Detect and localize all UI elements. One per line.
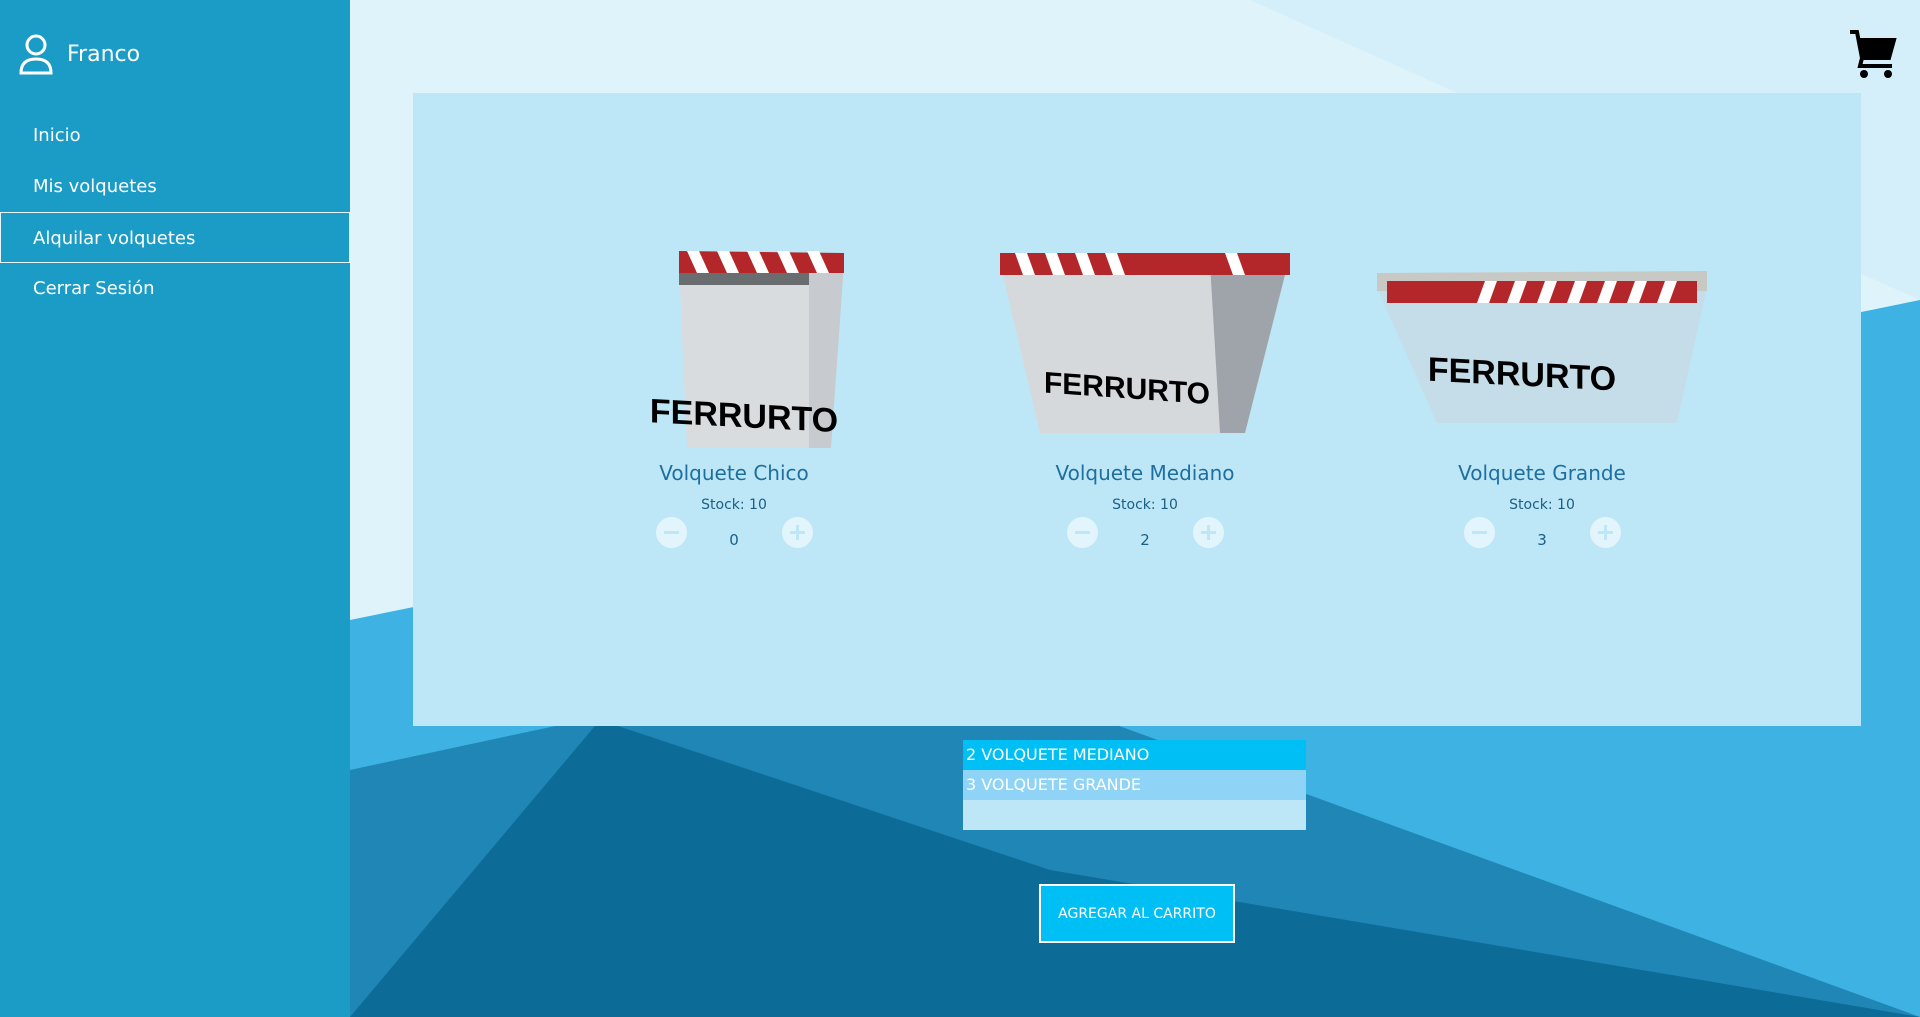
increment-button[interactable] [1192, 517, 1224, 548]
selection-list[interactable]: 2 VOLQUETE MEDIANO 3 VOLQUETE GRANDE [963, 740, 1306, 830]
quantity-stepper: 2 [980, 517, 1310, 549]
quantity-stepper: 3 [1377, 517, 1707, 549]
list-item[interactable] [963, 800, 1306, 830]
nav-item-inicio[interactable]: Inicio [0, 110, 350, 161]
product-card: FERRURTO Volquete Mediano Stock: 10 2 [980, 193, 1310, 549]
user-icon [19, 34, 53, 75]
product-name: Volquete Chico [659, 461, 809, 485]
quantity-value: 3 [1537, 531, 1547, 549]
quantity-value: 0 [729, 531, 739, 549]
user-name: Franco [67, 41, 141, 67]
product-stock: Stock: 10 [1509, 497, 1575, 513]
nav-item-mis-volquetes[interactable]: Mis volquetes [0, 161, 350, 212]
nav-menu: Inicio Mis volquetes Alquilar volquetes … [0, 110, 350, 314]
list-item[interactable]: 2 VOLQUETE MEDIANO [963, 740, 1306, 770]
products-panel: FERRURTO Volquete Chico Stock: 10 0 FERR… [413, 93, 1861, 726]
list-item[interactable]: 3 VOLQUETE GRANDE [963, 770, 1306, 800]
product-stock: Stock: 10 [701, 497, 767, 513]
quantity-value: 2 [1140, 531, 1150, 549]
nav-item-cerrar-sesion[interactable]: Cerrar Sesión [0, 263, 350, 314]
quantity-stepper: 0 [569, 517, 899, 549]
product-image: FERRURTO [569, 193, 899, 453]
product-card: FERRURTO Volquete Grande Stock: 10 3 [1377, 193, 1709, 549]
product-name: Volquete Grande [1458, 461, 1626, 485]
user-profile: Franco [18, 33, 140, 75]
product-card: FERRURTO Volquete Chico Stock: 10 0 [569, 193, 899, 549]
sidebar: Franco Inicio Mis volquetes Alquilar vol… [0, 0, 350, 1017]
nav-item-alquilar-volquetes[interactable]: Alquilar volquetes [0, 212, 350, 263]
cart-icon[interactable] [1848, 28, 1898, 80]
add-to-cart-button[interactable]: AGREGAR AL CARRITO [1039, 884, 1235, 943]
decrement-button[interactable] [655, 517, 687, 548]
increment-button[interactable] [1589, 517, 1621, 548]
product-image: FERRURTO [980, 193, 1310, 453]
increment-button[interactable] [781, 517, 813, 548]
product-image: FERRURTO [1377, 193, 1709, 453]
decrement-button[interactable] [1066, 517, 1098, 548]
product-stock: Stock: 10 [1112, 497, 1178, 513]
product-name: Volquete Mediano [1055, 461, 1235, 485]
decrement-button[interactable] [1463, 517, 1495, 548]
